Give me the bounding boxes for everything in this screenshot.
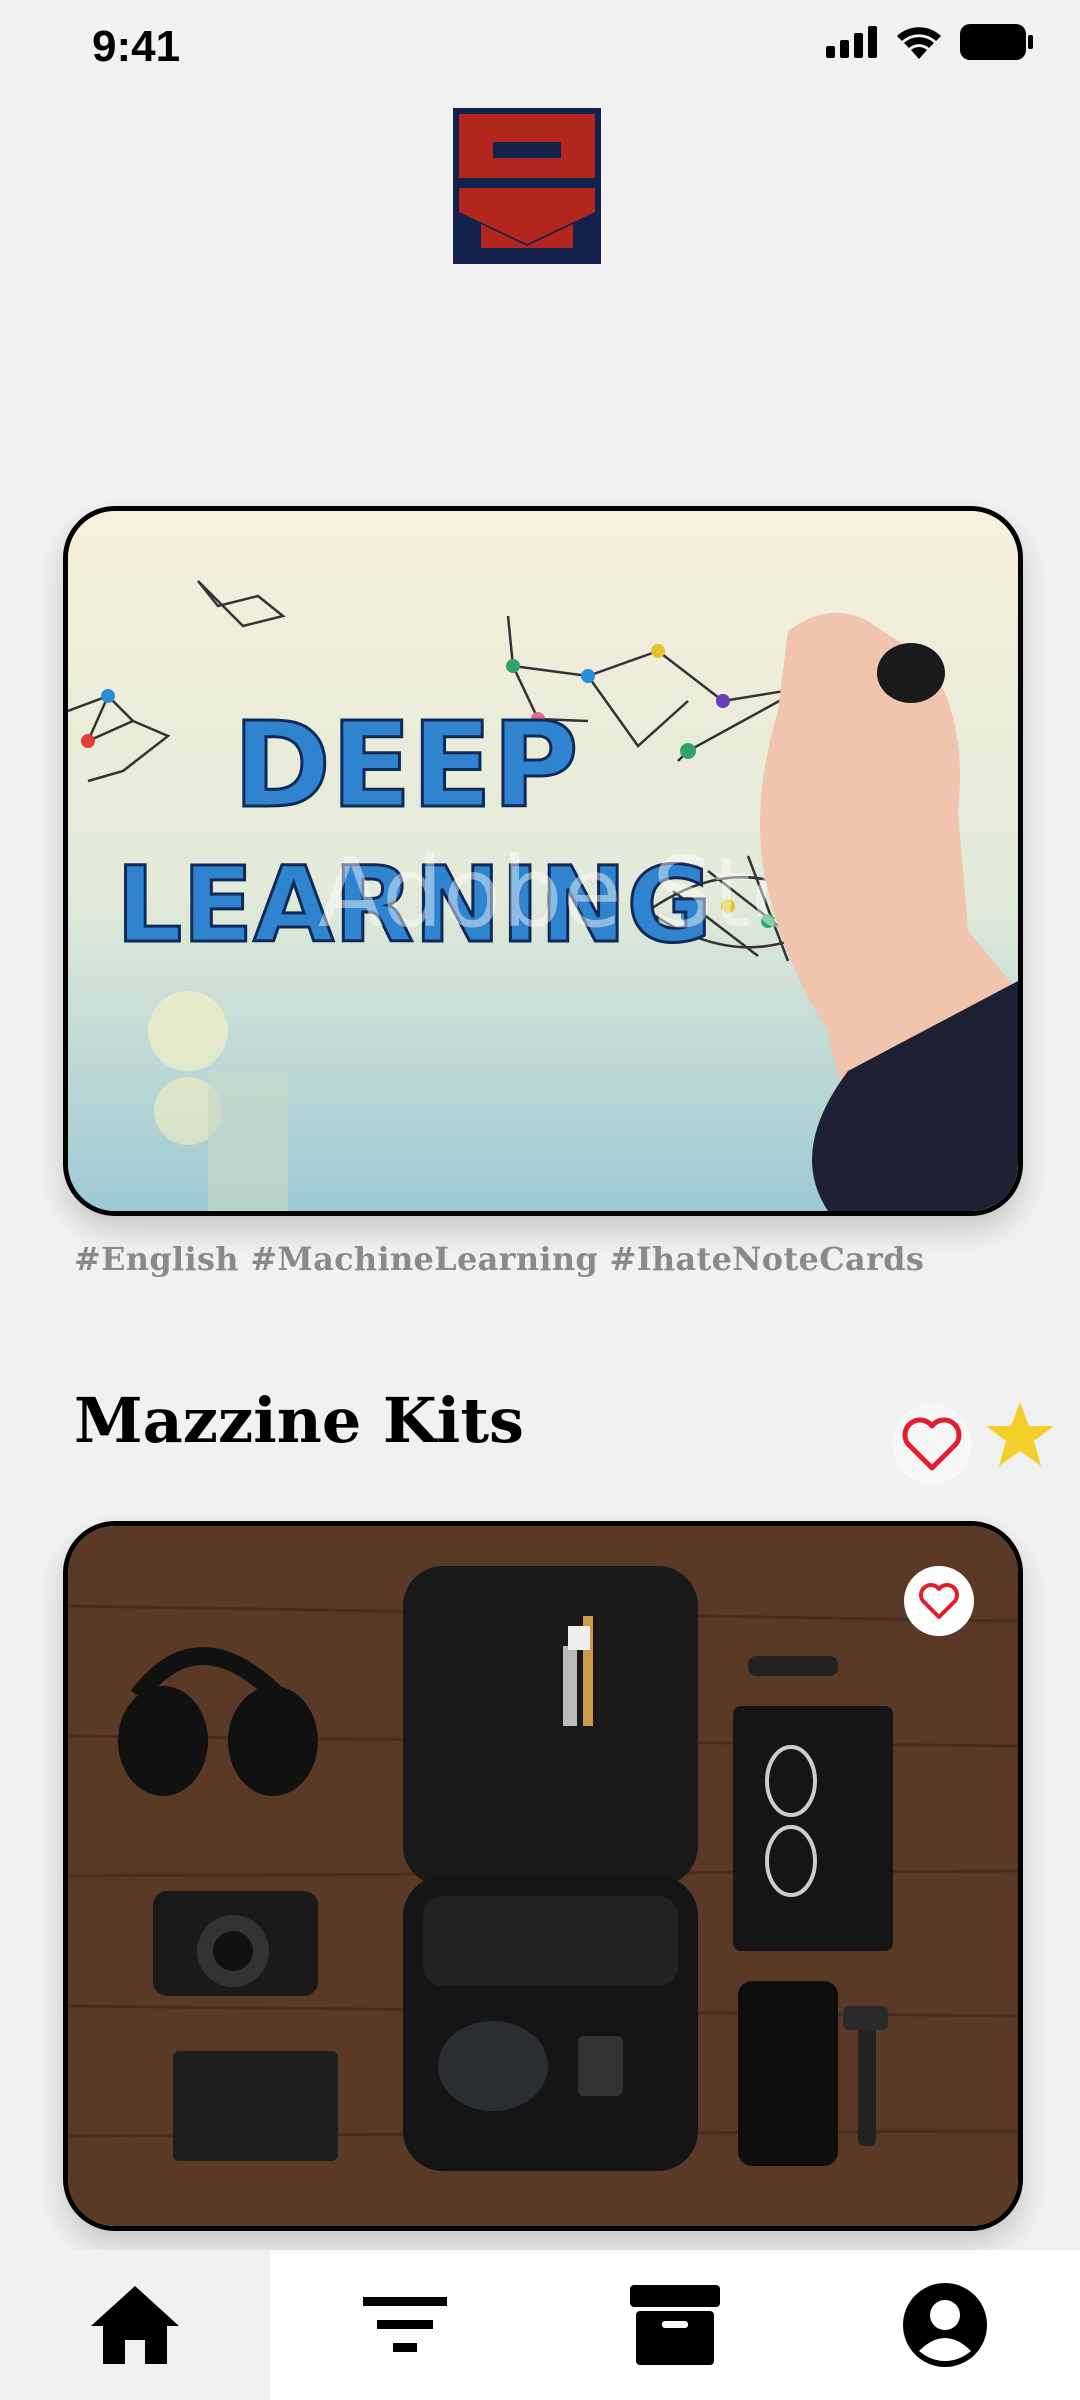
star-icon[interactable] (982, 1398, 1058, 1474)
filter-icon (363, 2297, 447, 2352)
nav-home[interactable] (0, 2250, 270, 2400)
card-like-button[interactable] (904, 1566, 974, 1636)
app-logo (453, 108, 601, 264)
mazzine-kits-image (68, 1526, 1018, 2226)
account-icon (903, 2283, 987, 2367)
heart-outline-icon[interactable] (890, 1402, 974, 1486)
deep-learning-image: DEEP LEARNING Adobe Stock (68, 511, 1018, 1211)
battery-icon (960, 24, 1033, 60)
bottom-nav (0, 2250, 1080, 2400)
nav-account[interactable] (810, 2250, 1080, 2400)
nav-filter[interactable] (270, 2250, 540, 2400)
signal-icon (826, 26, 877, 58)
hero-text-deep: DEEP (233, 696, 579, 834)
section-title: Mazzine Kits (74, 1384, 524, 1457)
wifi-icon (897, 27, 941, 59)
home-icon (91, 2286, 179, 2364)
status-time: 9:41 (92, 22, 181, 71)
deep-learning-card[interactable]: DEEP LEARNING Adobe Stock (63, 506, 1023, 1216)
heart-outline-icon (919, 1583, 959, 1619)
hero-tags[interactable]: #English #MachineLearning #IhateNoteCard… (74, 1240, 924, 1278)
mazzine-kits-card[interactable] (63, 1521, 1023, 2231)
nav-archive[interactable] (540, 2250, 810, 2400)
archive-icon (630, 2285, 720, 2365)
status-icons (826, 24, 1034, 60)
